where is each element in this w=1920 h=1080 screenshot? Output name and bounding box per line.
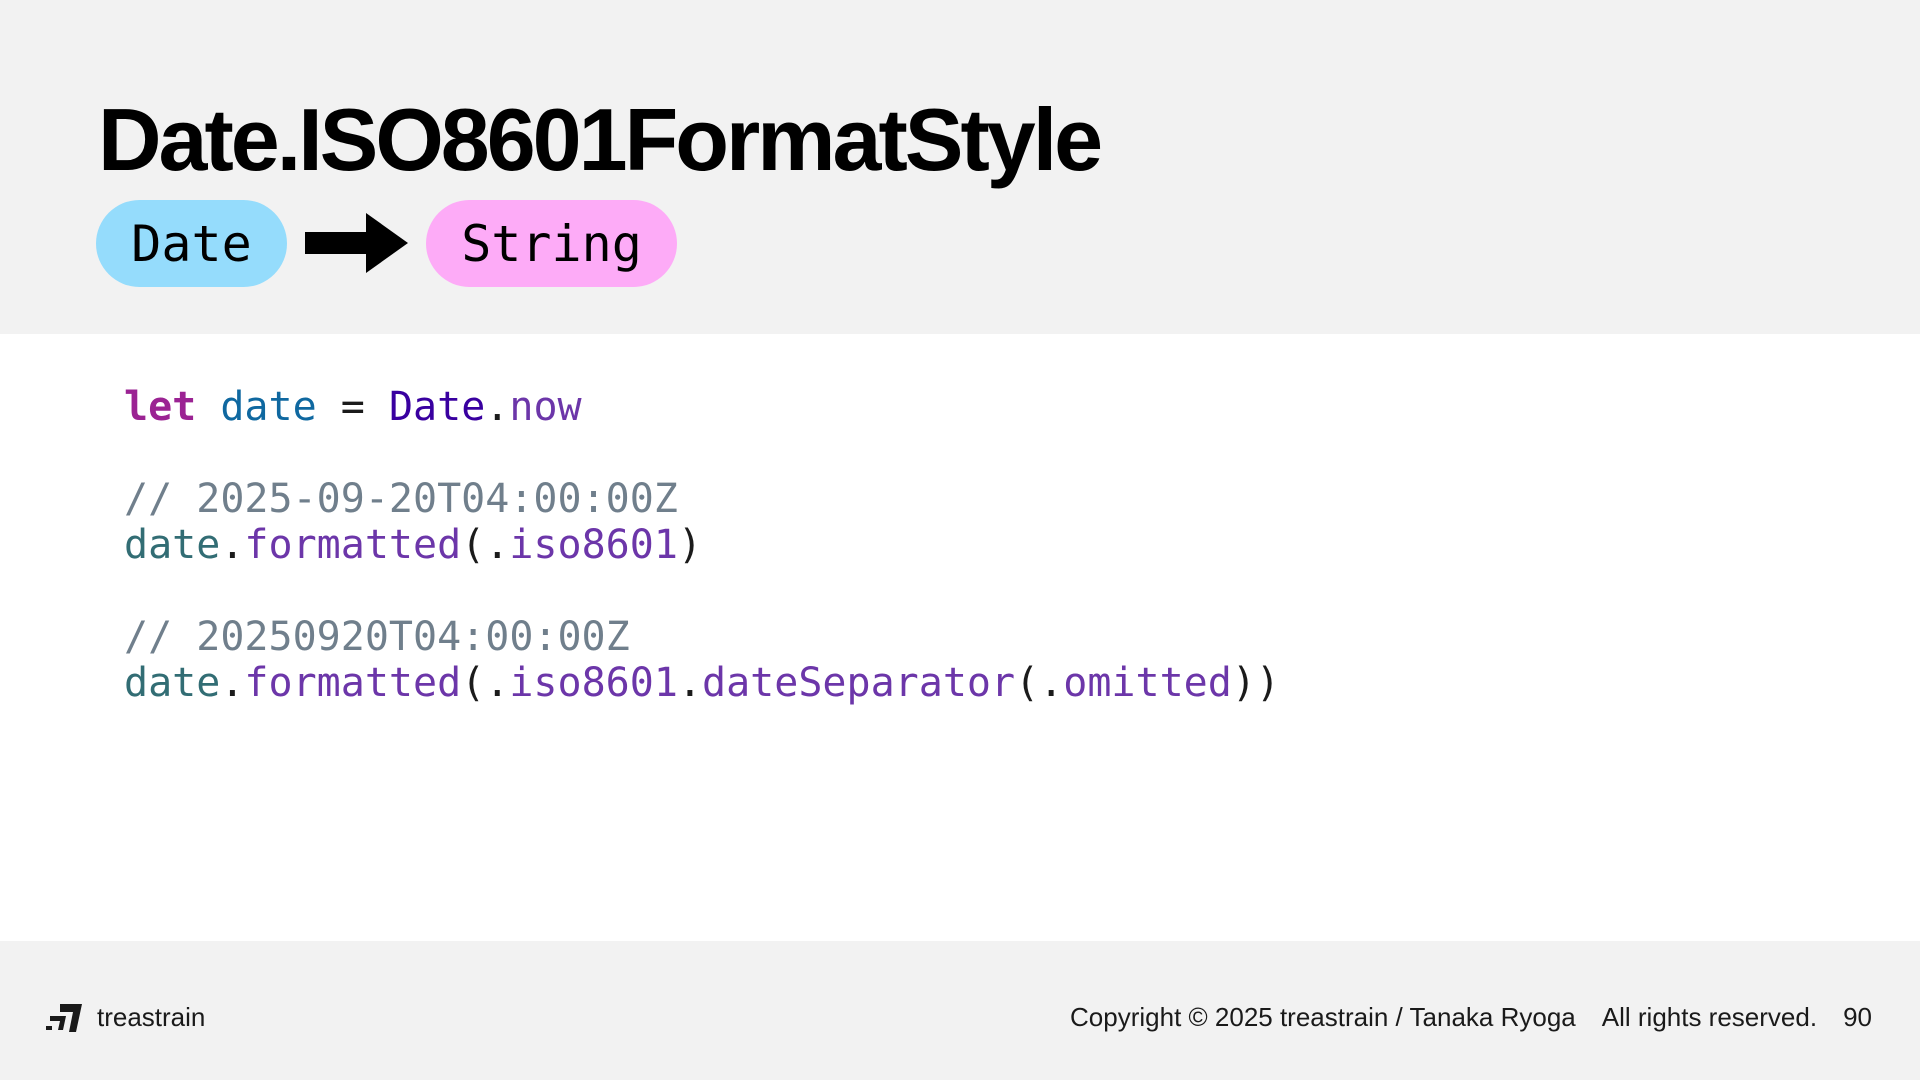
code-variable: date [220,384,317,430]
code-member: now [509,384,582,430]
code-reference: date [124,522,221,568]
code-operator: = [340,384,365,430]
slide-header: Date.ISO8601FormatStyle Date String [0,0,1920,334]
code-reference: date [124,660,221,706]
input-type-badge: Date [96,200,287,287]
code-argument: iso8601 [509,522,678,568]
code-comment: // 2025-09-20T04:00:00Z [124,476,678,522]
code-line-format-iso: date.formatted(.iso8601) [124,522,1280,568]
code-method: formatted [244,522,462,568]
code-method: dateSeparator [702,660,1016,706]
right-arrow-icon [305,213,408,273]
code-argument: omitted [1063,660,1232,706]
code-method: formatted [244,660,462,706]
page-number: 90 [1843,1002,1872,1032]
code-dot: . [485,384,510,430]
copyright-text: Copyright © 2025 treastrain / Tanaka Ryo… [1070,1002,1576,1032]
code-keyword: let [124,384,197,430]
code-paren-open: (. [461,660,510,706]
code-comment: // 20250920T04:00:00Z [124,614,630,660]
code-dot: . [220,522,245,568]
footer-info: Copyright © 2025 treastrain / Tanaka Ryo… [1070,1001,1872,1033]
code-argument: iso8601 [509,660,678,706]
input-type-label: Date [131,214,252,273]
code-line-format-omitted: date.formatted(.iso8601.dateSeparator(.o… [124,660,1280,706]
code-type: Date [388,384,486,430]
code-line-declaration: let date = Date.now [124,384,1280,430]
rights-text: All rights reserved. [1601,1002,1818,1032]
brand-name: treastrain [97,1002,206,1032]
code-paren-open: (. [1015,660,1064,706]
slide-title: Date.ISO8601FormatStyle [98,90,1103,189]
code-dot: . [220,660,245,706]
code-block: let date = Date.now// 2025-09-20T04:00:0… [124,384,1280,706]
code-paren-close: ) [677,522,703,568]
code-dot: . [677,660,703,706]
output-type-label: String [461,214,642,273]
output-type-badge: String [426,200,677,287]
treastrain-logo-icon [46,1004,82,1032]
slide: Date.ISO8601FormatStyle Date String let … [0,0,1920,1080]
code-paren-open: (. [461,522,510,568]
code-paren-close: )) [1231,660,1281,706]
